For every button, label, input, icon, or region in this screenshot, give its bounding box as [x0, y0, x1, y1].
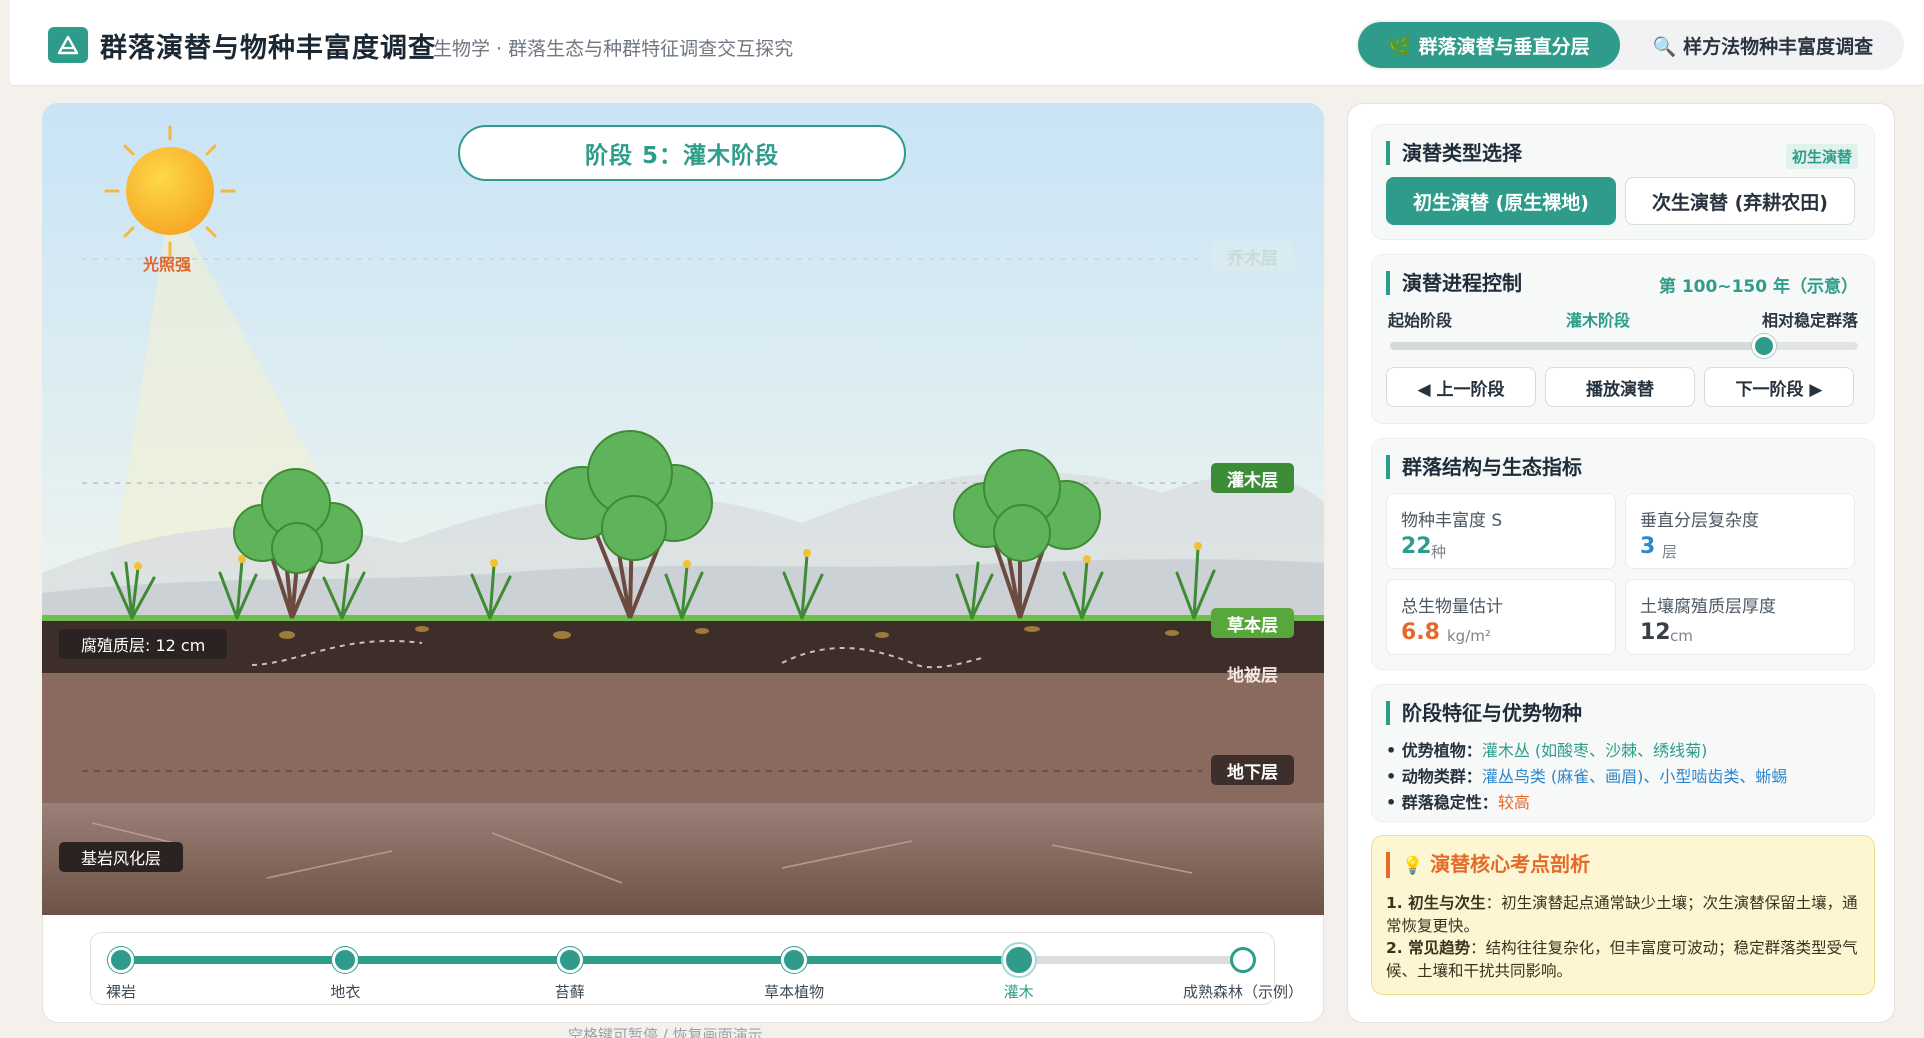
stage-title: 阶段 5：灌木阶段 — [458, 125, 906, 181]
feature-value: 灌丛鸟类 (麻雀、画眉)、小型啮齿类、蜥蜴 — [1481, 767, 1788, 786]
slider-thumb[interactable] — [1752, 334, 1777, 358]
light-intensity-label: 光照强 — [143, 255, 192, 274]
control-panel: 演替类型选择 初生演替 初生演替 (原生裸地) 次生演替 (弃耕农田) 演替进程… — [1347, 103, 1895, 1023]
layer-tag-tree: 乔木层 — [1211, 241, 1294, 271]
bulb-icon: 💡 — [1402, 856, 1424, 876]
timeline-stage-dot[interactable] — [108, 947, 134, 973]
timeline-stage-dot[interactable] — [781, 947, 808, 973]
scene-illustration — [42, 103, 1324, 915]
metric-unit: 层 — [1662, 543, 1678, 561]
metric-value: 3 — [1640, 534, 1656, 559]
timeline-stage-label: 地衣 — [330, 983, 361, 1001]
key-point-1: 1. 初生与次生：初生演替起点通常缺少土壤；次生演替保留土壤，通常恢复更快。 — [1386, 892, 1862, 937]
slider-fill — [1390, 342, 1765, 350]
key-points-title: 💡 演替核心考点剖析 — [1386, 852, 1590, 878]
timeline-stage-label: 裸岩 — [105, 983, 137, 1001]
timeline-track — [121, 956, 1243, 964]
key-point-2: 2. 常见趋势：结构往往复杂化，但丰富度可波动；稳定群落类型受气候、土壤和干扰共… — [1386, 937, 1862, 982]
succession-type-card: 演替类型选择 初生演替 初生演替 (原生裸地) 次生演替 (弃耕农田) — [1371, 124, 1875, 240]
metrics-card: 群落结构与生态指标 物种丰富度 S 22 种 垂直分层复杂度 3 层 总生物量估… — [1371, 438, 1875, 670]
succession-scene: 阶段 5：灌木阶段 光照强 乔木层 灌木层 草本层 地被层 地下层 腐殖质层: … — [42, 103, 1324, 915]
metric-label: 土壤腐殖质层厚度 — [1640, 597, 1776, 617]
key-points-title-text: 演替核心考点剖析 — [1430, 852, 1591, 876]
metric-unit: kg/m² — [1447, 627, 1491, 645]
timeline-stage-label: 草本植物 — [764, 983, 825, 1001]
metric-value: 6.8 — [1401, 620, 1440, 645]
layer-tag-herb: 草本层 — [1211, 608, 1294, 638]
timeline-stage-label: 成熟森林（示例） — [1182, 983, 1304, 1001]
tab-succession[interactable]: 🌿 群落演替与垂直分层 — [1358, 22, 1620, 68]
metric-unit: cm — [1670, 627, 1693, 645]
triangle-logo-icon — [57, 35, 79, 55]
metric-species-richness: 物种丰富度 S 22 种 — [1386, 493, 1616, 569]
tab-succession-label: 🌿 群落演替与垂直分层 — [1388, 35, 1590, 58]
feature-stability: • 群落稳定性：较高 — [1386, 789, 1530, 813]
layer-tag-ground: 地被层 — [1227, 665, 1278, 686]
feature-key: • 优势植物： — [1386, 741, 1482, 760]
succession-slider[interactable] — [1390, 334, 1858, 358]
metric-label: 物种丰富度 S — [1401, 511, 1503, 531]
tab-quadrat-survey[interactable]: 🔍 样方法物种丰富度调查 — [1624, 22, 1902, 68]
features-title: 阶段特征与优势物种 — [1386, 701, 1582, 725]
metric-value: 12 — [1640, 620, 1671, 645]
humus-layer — [42, 618, 1324, 673]
metric-unit: 种 — [1431, 543, 1447, 561]
metric-label: 垂直分层复杂度 — [1640, 511, 1759, 531]
bedrock-layer — [42, 803, 1324, 915]
app-title: 群落演替与物种丰富度调查 — [100, 33, 436, 64]
stage-features-card: 阶段特征与优势物种 • 优势植物：灌木丛 (如酸枣、沙棘、绣线菊) • 动物类群… — [1371, 684, 1875, 822]
app-header: 群落演替与物种丰富度调查 生物学 · 群落生态与种群特征调查交互探究 🌿 群落演… — [10, 0, 1924, 86]
layer-tag-shrub: 灌木层 — [1211, 463, 1294, 493]
subsoil-layer — [42, 673, 1324, 803]
feature-value: 灌木丛 (如酸枣、沙棘、绣线菊) — [1481, 741, 1708, 760]
primary-succession-button[interactable]: 初生演替 (原生裸地) — [1386, 177, 1616, 225]
timeline-stage-label: 苔藓 — [554, 983, 585, 1001]
metric-label: 总生物量估计 — [1401, 597, 1503, 617]
app-logo — [48, 27, 88, 63]
succession-type-badge: 初生演替 — [1785, 144, 1858, 169]
key-point-2-head: 2. 常见趋势 — [1386, 939, 1471, 957]
succession-timeline: 裸岩 地衣 苔藓 草本植物 灌木 成熟森林（示例） — [90, 932, 1303, 1005]
feature-animal-groups: • 动物类群：灌丛鸟类 (麻雀、画眉)、小型啮齿类、蜥蜴 — [1386, 763, 1787, 787]
keyboard-hint: 空格键可暂停 / 恢复画面演示 — [568, 1026, 763, 1038]
feature-dominant-plants: • 优势植物：灌木丛 (如酸枣、沙棘、绣线菊) — [1386, 737, 1707, 761]
play-succession-button[interactable]: 播放演替 — [1545, 367, 1695, 407]
humus-thickness-tag: 腐殖质层: 12 cm — [59, 629, 228, 659]
feature-key: • 动物类群： — [1386, 767, 1482, 786]
metrics-title: 群落结构与生态指标 — [1386, 455, 1582, 479]
timeline-stage-dot[interactable] — [332, 947, 359, 973]
timeline-stage-label: 灌木 — [1003, 983, 1034, 1001]
secondary-succession-button[interactable]: 次生演替 (弃耕农田) — [1625, 177, 1855, 225]
key-points-card: 💡 演替核心考点剖析 1. 初生与次生：初生演替起点通常缺少土壤；次生演替保留土… — [1371, 835, 1875, 995]
mode-tab-group: 🌿 群落演替与垂直分层 🔍 样方法物种丰富度调查 — [1356, 20, 1904, 70]
timeline-stage-dot[interactable] — [556, 947, 583, 973]
year-range: 第 100~150 年（示意） — [1658, 277, 1858, 297]
progress-title: 演替进程控制 — [1386, 271, 1522, 295]
next-stage-button[interactable]: 下一阶段 ▶ — [1704, 367, 1854, 407]
tab-quadrat-label: 🔍 样方法物种丰富度调查 — [1652, 35, 1874, 58]
timeline-stage-dot[interactable] — [1230, 947, 1256, 973]
feature-value: 较高 — [1497, 793, 1530, 812]
app-subtitle: 生物学 · 群落生态与种群特征调查交互探究 — [433, 38, 794, 60]
metric-humus-thickness: 土壤腐殖质层厚度 12 cm — [1625, 579, 1855, 655]
progress-control-card: 演替进程控制 第 100~150 年（示意） 起始阶段 灌木阶段 相对稳定群落 … — [1371, 254, 1875, 424]
slider-start-label: 起始阶段 — [1388, 311, 1453, 330]
slider-current-label: 灌木阶段 — [1566, 311, 1631, 330]
prev-stage-button[interactable]: ◀ 上一阶段 — [1386, 367, 1536, 407]
bedrock-tag: 基岩风化层 — [59, 842, 184, 872]
succession-type-title: 演替类型选择 — [1386, 141, 1522, 165]
key-points-body: 1. 初生与次生：初生演替起点通常缺少土壤；次生演替保留土壤，通常恢复更快。 2… — [1386, 892, 1862, 982]
metric-biomass: 总生物量估计 6.8 kg/m² — [1386, 579, 1616, 655]
key-point-1-head: 1. 初生与次生 — [1386, 894, 1486, 912]
feature-key: • 群落稳定性： — [1386, 793, 1498, 812]
slider-end-label: 相对稳定群落 — [1761, 311, 1858, 330]
layer-tag-underground: 地下层 — [1211, 755, 1294, 785]
metric-vertical-layers: 垂直分层复杂度 3 层 — [1625, 493, 1855, 569]
metric-value: 22 — [1401, 534, 1432, 559]
timeline-stage-dot[interactable] — [1002, 944, 1035, 976]
